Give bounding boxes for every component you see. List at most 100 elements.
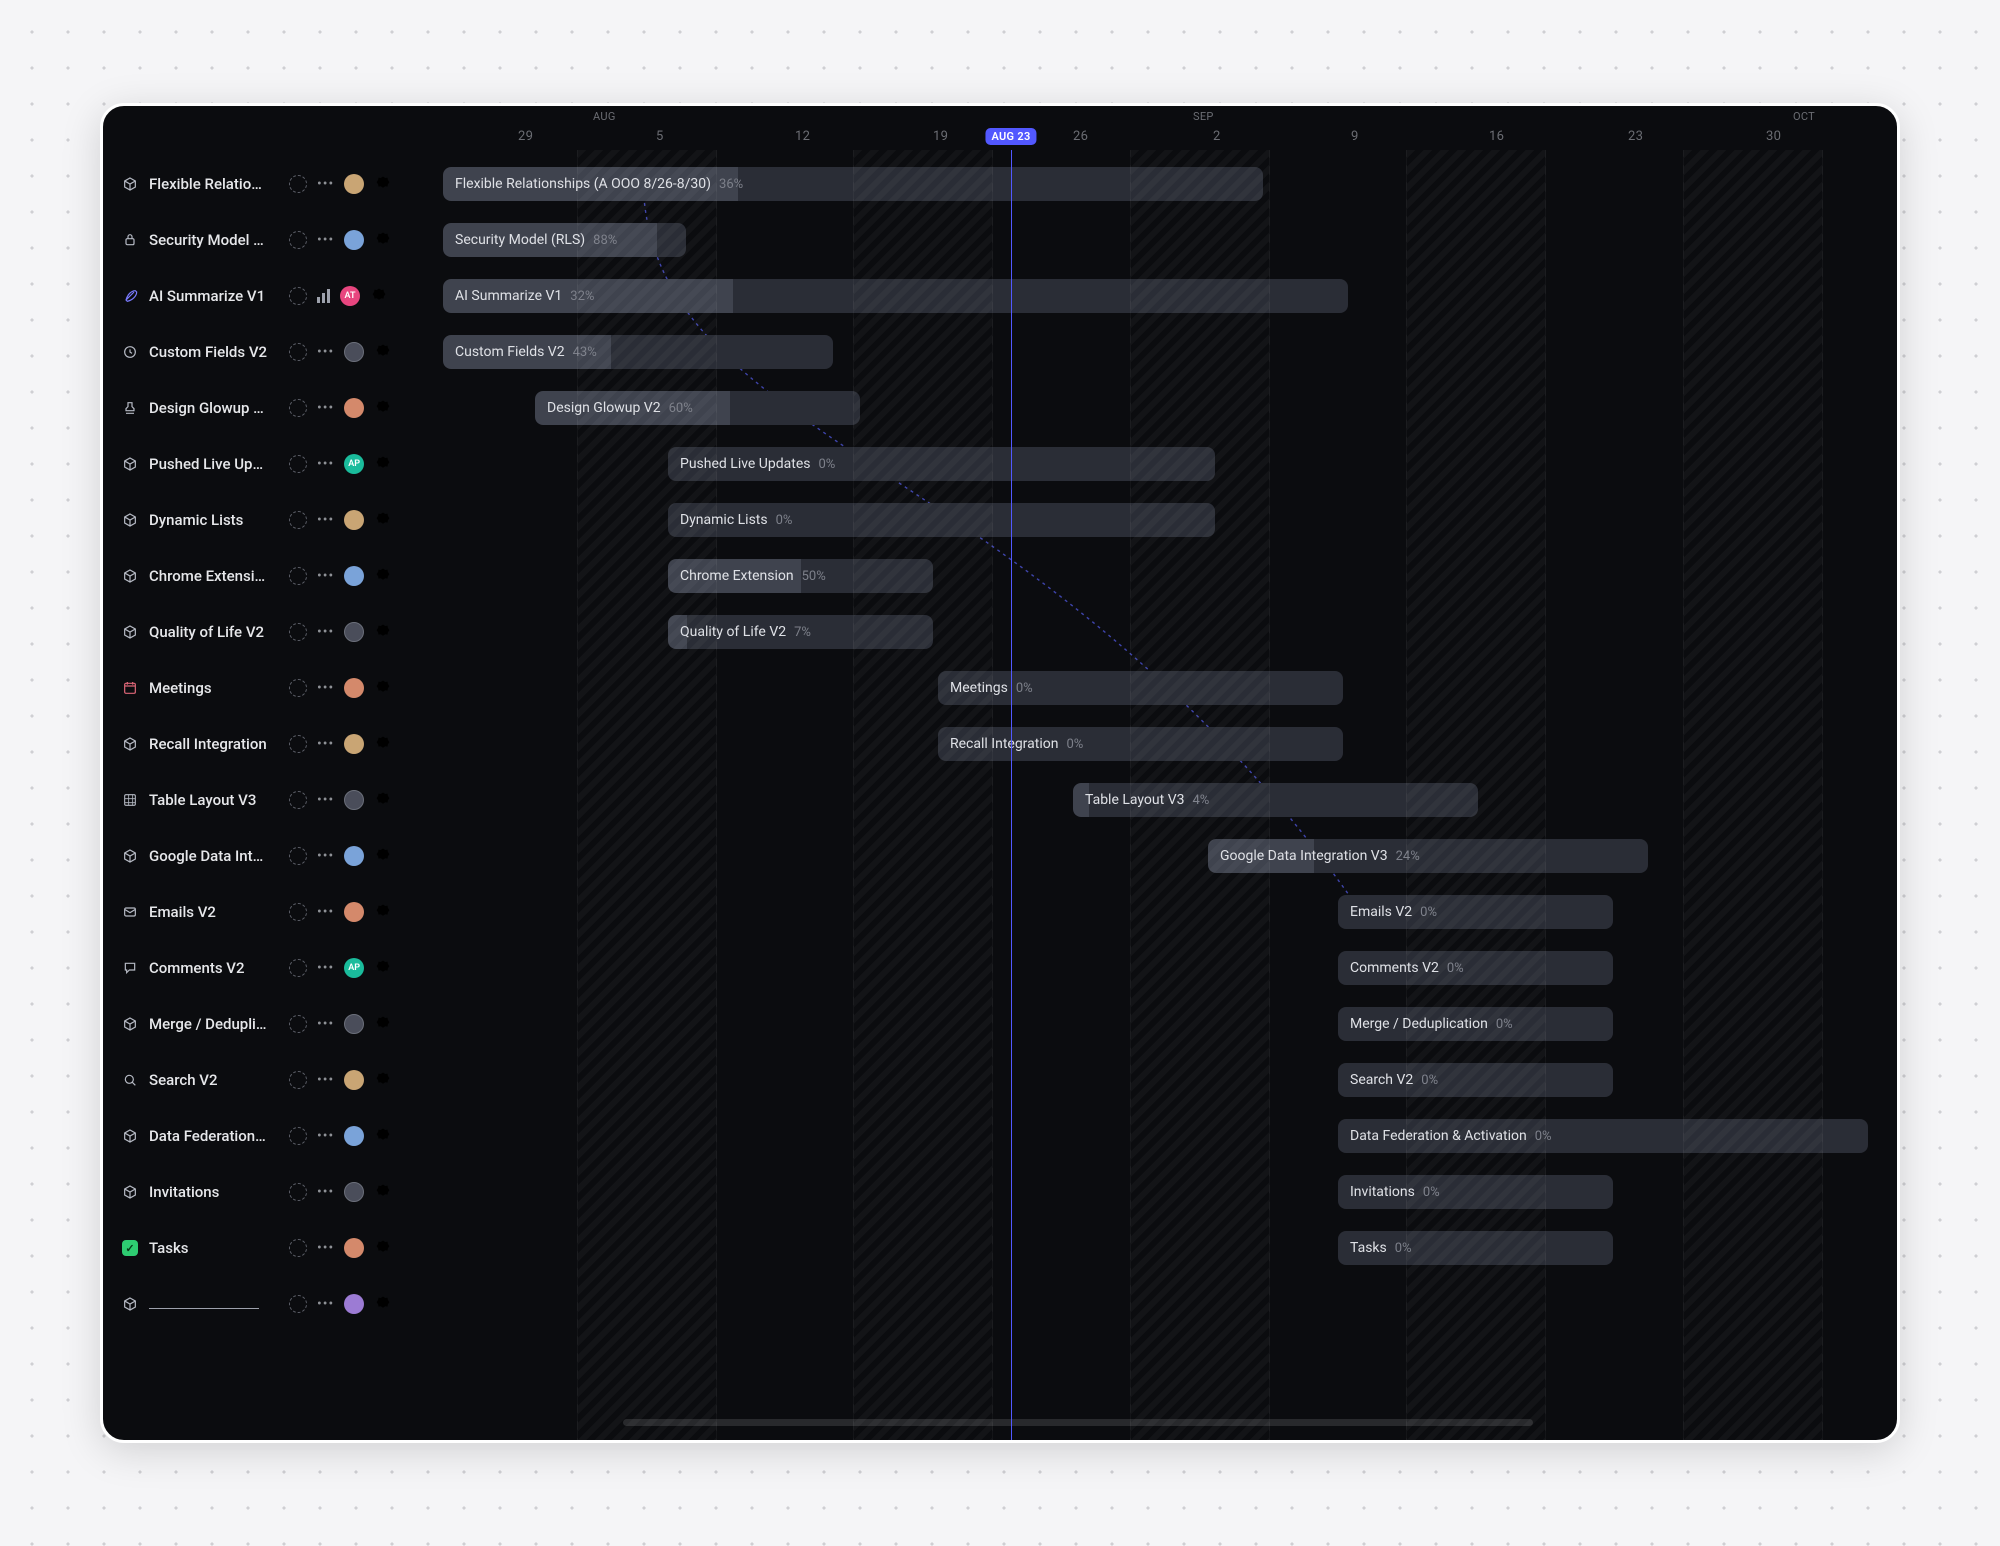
row-side[interactable]: Security Model …••• [103,230,443,250]
status-circle-icon[interactable] [289,791,307,809]
milestone-crest-icon[interactable] [370,287,388,305]
gantt-row[interactable]: Security Model …•••Security Model (RLS)8… [103,212,1897,268]
gantt-row[interactable]: ✓Tasks•••Tasks0% [103,1220,1897,1276]
assignee-avatar[interactable] [344,1070,364,1090]
status-circle-icon[interactable] [289,959,307,977]
gantt-row[interactable]: AI Summarize V1ATAI Summarize V132% [103,268,1897,324]
row-side[interactable]: Google Data Int…••• [103,846,443,866]
more-icon[interactable]: ••• [317,961,334,975]
milestone-crest-icon[interactable] [374,1015,392,1033]
more-icon[interactable]: ••• [317,513,334,527]
assignee-avatar[interactable]: AT [340,286,360,306]
status-circle-icon[interactable] [289,343,307,361]
more-icon[interactable]: ••• [317,233,334,247]
more-icon[interactable]: ••• [317,905,334,919]
gantt-row[interactable]: Comments V2•••APComments V20% [103,940,1897,996]
assignee-avatar[interactable]: AP [344,454,364,474]
milestone-crest-icon[interactable] [374,399,392,417]
assignee-avatar[interactable] [344,510,364,530]
milestone-crest-icon[interactable] [374,1071,392,1089]
row-side[interactable]: Table Layout V3••• [103,790,443,810]
gantt-row[interactable]: Merge / Dedupli…•••Merge / Deduplication… [103,996,1897,1052]
more-icon[interactable]: ••• [317,625,334,639]
milestone-crest-icon[interactable] [374,959,392,977]
row-side[interactable]: Emails V2••• [103,902,443,922]
row-side[interactable]: Chrome Extensi…••• [103,566,443,586]
status-circle-icon[interactable] [289,1071,307,1089]
milestone-crest-icon[interactable] [374,1127,392,1145]
assignee-avatar[interactable] [344,566,364,586]
more-icon[interactable]: ••• [317,1297,334,1311]
row-side[interactable]: Merge / Dedupli…••• [103,1014,443,1034]
row-side[interactable]: Pushed Live Up…•••AP [103,454,443,474]
row-side[interactable]: Flexible Relatio…••• [103,174,443,194]
status-circle-icon[interactable] [289,679,307,697]
milestone-crest-icon[interactable] [374,903,392,921]
row-side[interactable]: ✓Tasks••• [103,1238,443,1258]
status-circle-icon[interactable] [289,903,307,921]
more-icon[interactable]: ••• [317,569,334,583]
row-side[interactable]: Dynamic Lists••• [103,510,443,530]
milestone-crest-icon[interactable] [374,847,392,865]
milestone-crest-icon[interactable] [374,175,392,193]
gantt-row[interactable]: Flexible Relatio…•••Flexible Relationshi… [103,156,1897,212]
gantt-row[interactable]: Data Federation…•••Data Federation & Act… [103,1108,1897,1164]
gantt-row[interactable]: Custom Fields V2•••Custom Fields V243% [103,324,1897,380]
more-icon[interactable]: ••• [317,1185,334,1199]
status-circle-icon[interactable] [289,399,307,417]
more-icon[interactable]: ••• [317,849,334,863]
row-side[interactable]: ••• [103,1294,443,1314]
milestone-crest-icon[interactable] [374,679,392,697]
more-icon[interactable]: ••• [317,1241,334,1255]
more-icon[interactable]: ••• [317,177,334,191]
assignee-avatar[interactable] [344,790,364,810]
more-icon[interactable]: ••• [317,401,334,415]
gantt-row[interactable]: Recall Integration•••Recall Integration0… [103,716,1897,772]
status-circle-icon[interactable] [289,1239,307,1257]
row-side[interactable]: Custom Fields V2••• [103,342,443,362]
assignee-avatar[interactable] [344,1126,364,1146]
assignee-avatar[interactable] [344,1238,364,1258]
status-circle-icon[interactable] [289,511,307,529]
assignee-avatar[interactable] [344,678,364,698]
gantt-row[interactable]: Design Glowup …•••Design Glowup V260% [103,380,1897,436]
status-circle-icon[interactable] [289,847,307,865]
row-side[interactable]: Design Glowup …••• [103,398,443,418]
gantt-row[interactable]: Dynamic Lists•••Dynamic Lists0% [103,492,1897,548]
status-circle-icon[interactable] [289,287,307,305]
milestone-crest-icon[interactable] [374,511,392,529]
assignee-avatar[interactable] [344,230,364,250]
row-side[interactable]: AI Summarize V1AT [103,286,443,306]
assignee-avatar[interactable]: AP [344,958,364,978]
row-side[interactable]: Data Federation…••• [103,1126,443,1146]
gantt-row[interactable]: Google Data Int…•••Google Data Integrati… [103,828,1897,884]
assignee-avatar[interactable] [344,734,364,754]
milestone-crest-icon[interactable] [374,1295,392,1313]
milestone-crest-icon[interactable] [374,231,392,249]
milestone-crest-icon[interactable] [374,1183,392,1201]
status-circle-icon[interactable] [289,1183,307,1201]
status-circle-icon[interactable] [289,231,307,249]
row-side[interactable]: Comments V2•••AP [103,958,443,978]
milestone-crest-icon[interactable] [374,1239,392,1257]
status-circle-icon[interactable] [289,175,307,193]
gantt-row[interactable]: ••• [103,1276,1897,1332]
more-icon[interactable]: ••• [317,457,334,471]
assignee-avatar[interactable] [344,1014,364,1034]
gantt-body[interactable]: Flexible Relatio…•••Flexible Relationshi… [103,150,1897,1440]
status-circle-icon[interactable] [289,735,307,753]
row-side[interactable]: Recall Integration••• [103,734,443,754]
priority-bars-icon[interactable] [317,289,330,303]
row-side[interactable]: Search V2••• [103,1070,443,1090]
milestone-crest-icon[interactable] [374,623,392,641]
assignee-avatar[interactable] [344,174,364,194]
assignee-avatar[interactable] [344,342,364,362]
horizontal-scrollbar[interactable] [623,1419,1533,1426]
gantt-row[interactable]: Emails V2•••Emails V20% [103,884,1897,940]
milestone-crest-icon[interactable] [374,567,392,585]
gantt-row[interactable]: Table Layout V3•••Table Layout V34% [103,772,1897,828]
assignee-avatar[interactable] [344,1294,364,1314]
status-circle-icon[interactable] [289,455,307,473]
status-circle-icon[interactable] [289,567,307,585]
status-circle-icon[interactable] [289,1015,307,1033]
